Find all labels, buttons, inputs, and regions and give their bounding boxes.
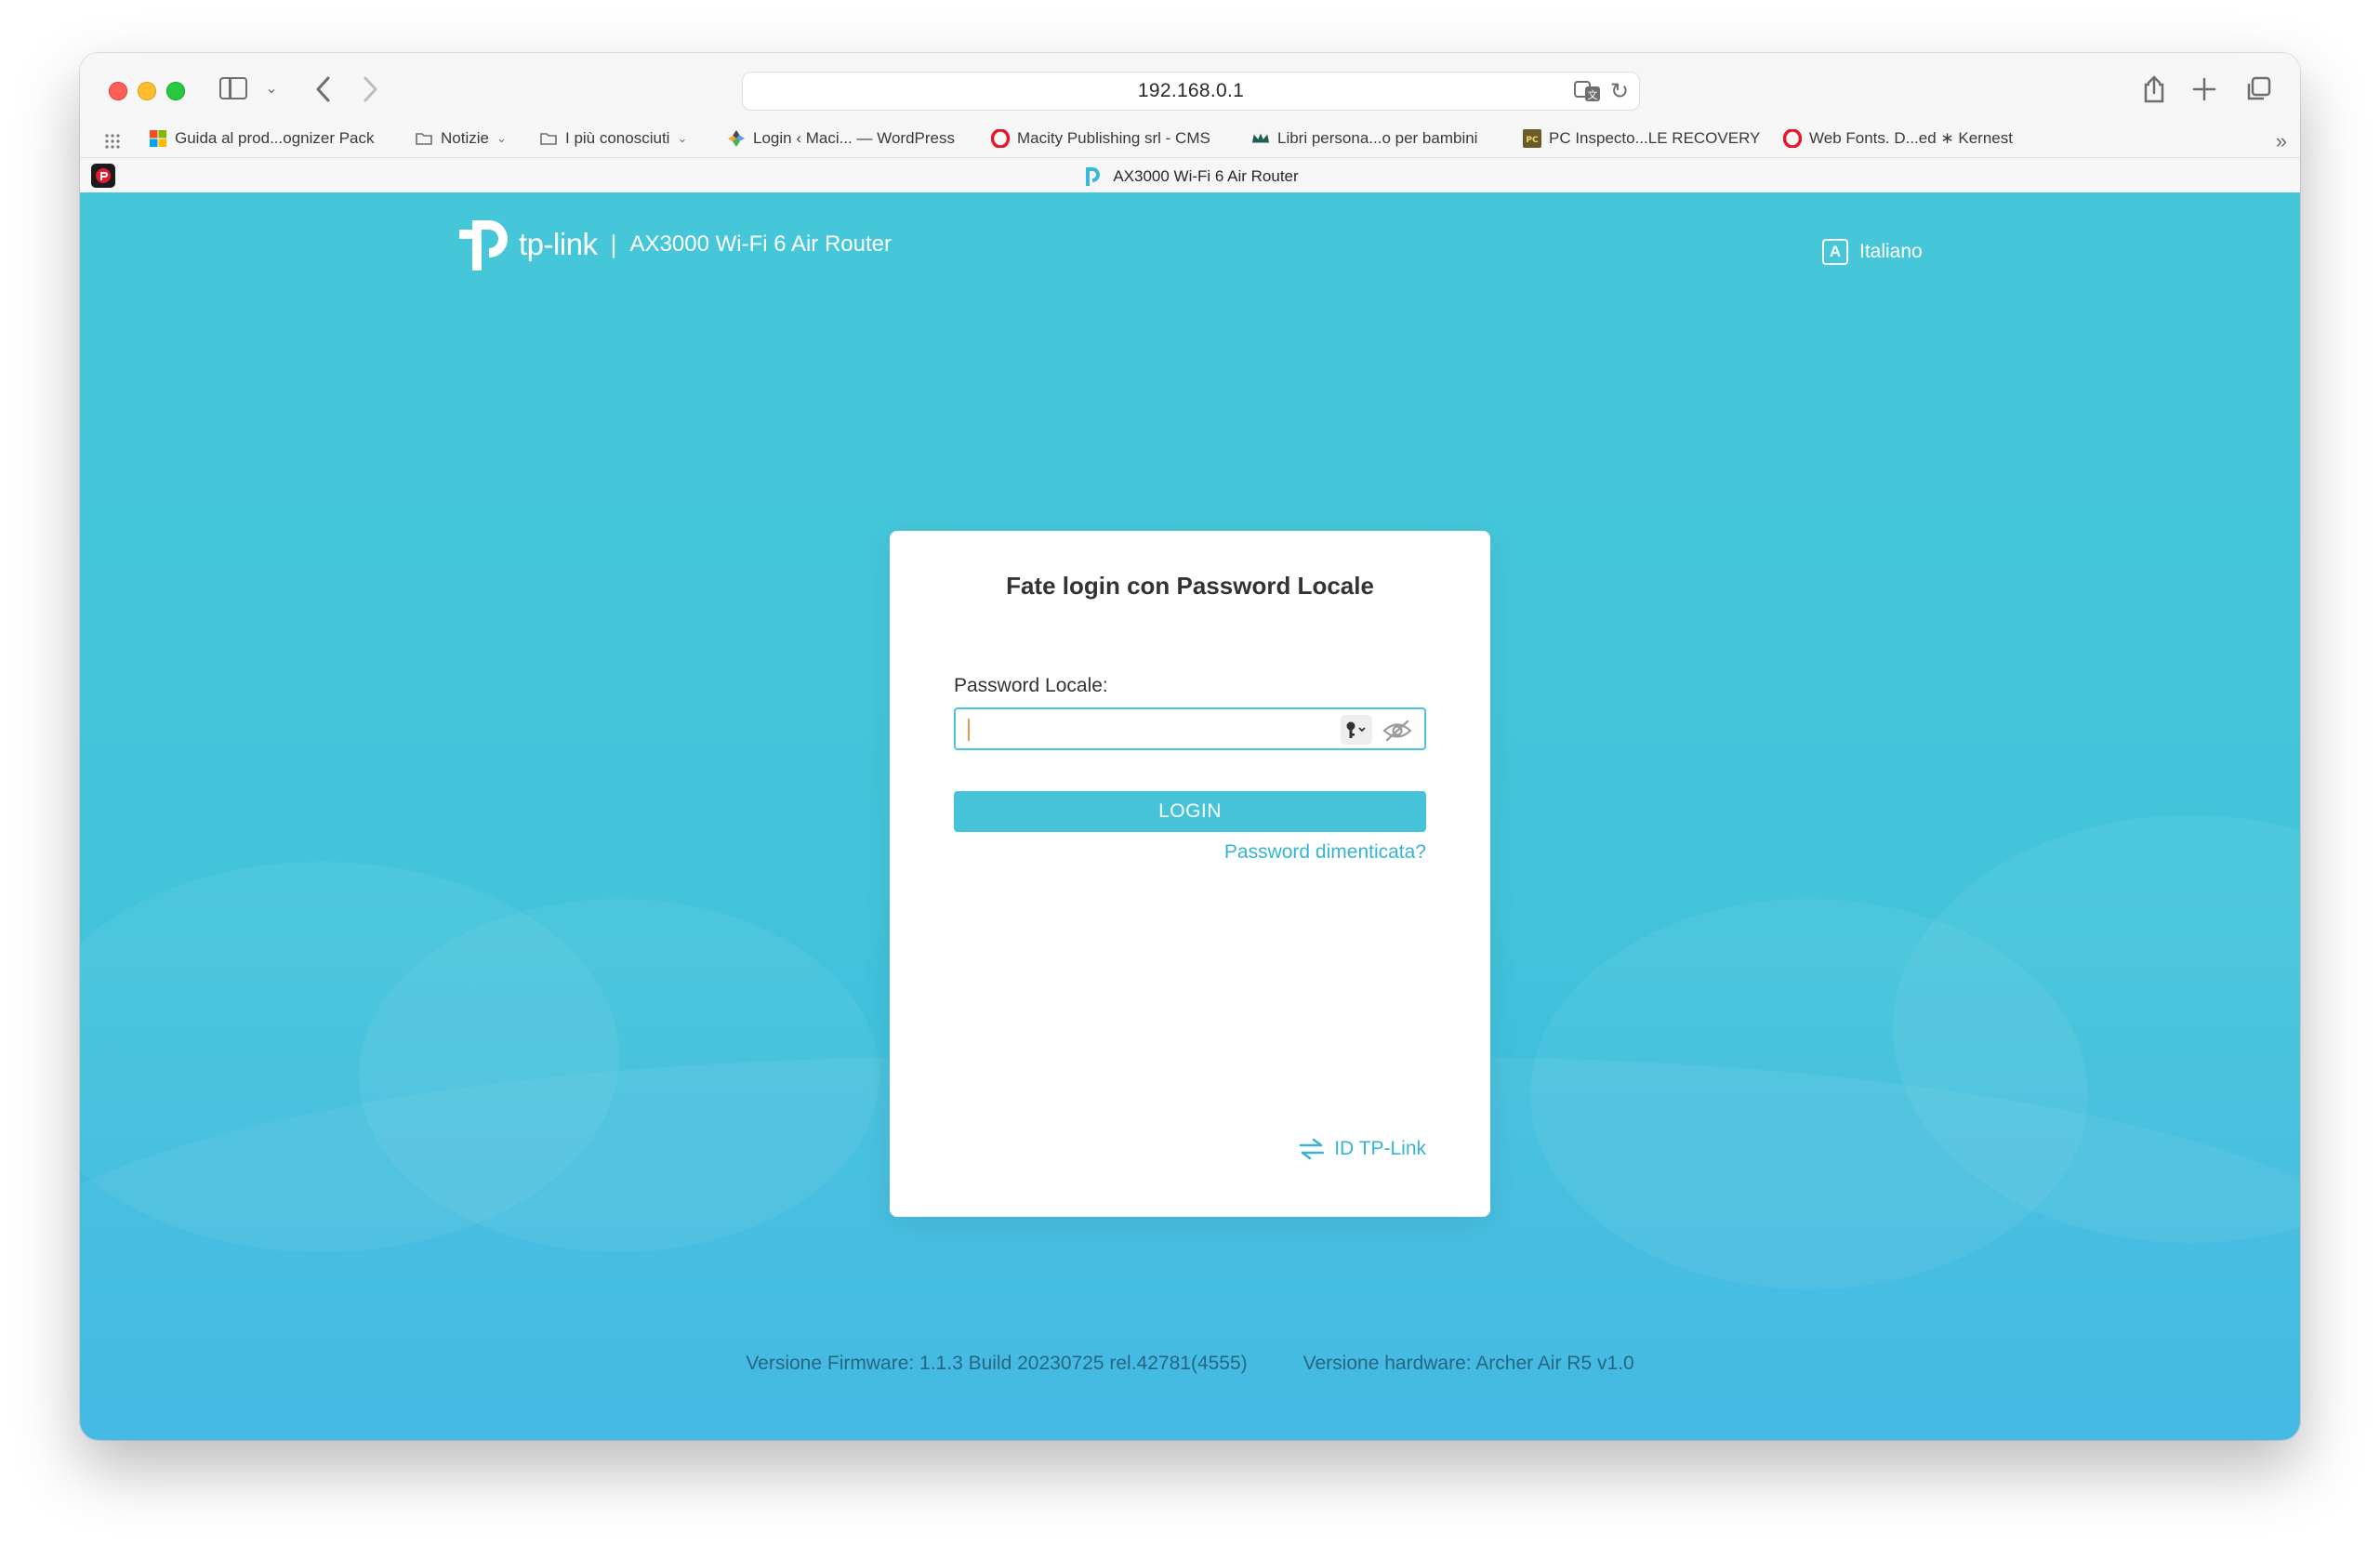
login-card: Fate login con Password Locale Password … <box>890 531 1490 1217</box>
brand-name: tp-link <box>519 227 598 261</box>
tp-link-logo-icon <box>459 220 508 271</box>
bookmark-label: PC Inspecto...LE RECOVERY <box>1549 129 1761 147</box>
opera-icon <box>991 129 1010 148</box>
login-button[interactable]: LOGIN <box>954 791 1426 832</box>
site-icon <box>728 130 745 147</box>
crown-icon <box>1251 133 1270 143</box>
bookmark-label: Libri persona...o per bambini <box>1277 129 1478 147</box>
language-selector[interactable]: A Italiano <box>1822 239 1923 265</box>
chevron-left-icon <box>316 76 330 102</box>
browser-toolbar: ⌄ 192.168.0.1 文 ↻ <box>80 53 2300 127</box>
opera-icon <box>1783 129 1802 148</box>
forward-button[interactable] <box>357 73 385 105</box>
bookmark-item[interactable]: Guida al prod...ognizer Pack <box>149 127 375 150</box>
back-button[interactable] <box>309 73 337 105</box>
maximize-window-button[interactable] <box>166 82 185 100</box>
tab-bar: AX3000 Wi-Fi 6 Air Router <box>80 157 2300 192</box>
password-field[interactable] <box>954 707 1426 750</box>
chevron-double-right-icon[interactable]: » <box>2276 129 2287 153</box>
switch-arrows-icon <box>1299 1138 1325 1160</box>
password-input[interactable] <box>956 709 1328 748</box>
bookmark-folder[interactable]: I più conosciuti ⌄ <box>539 127 687 150</box>
bookmark-label: Web Fonts. D...ed ∗ Kernest <box>1809 129 2013 147</box>
sidebar-toggle-icon[interactable] <box>219 77 247 99</box>
router-login-page: tp-link | AX3000 Wi-Fi 6 Air Router A It… <box>80 192 2300 1440</box>
active-tab[interactable]: AX3000 Wi-Fi 6 Air Router <box>80 165 2300 188</box>
share-icon[interactable] <box>2140 73 2168 105</box>
password-label: Password Locale: <box>954 675 1108 696</box>
firmware-version: Versione Firmware: 1.1.3 Build 20230725 … <box>746 1353 1248 1374</box>
tab-overview-icon[interactable] <box>2244 75 2272 103</box>
address-bar[interactable]: 192.168.0.1 文 ↻ <box>742 72 1640 111</box>
text-caret <box>968 719 970 741</box>
minimize-window-button[interactable] <box>138 82 156 100</box>
bookmarks-bar: Guida al prod...ognizer Pack Notizie ⌄ I… <box>80 120 2300 157</box>
bookmark-item[interactable]: Web Fonts. D...ed ∗ Kernest <box>1783 127 2013 150</box>
login-title: Fate login con Password Locale <box>1006 572 1374 600</box>
apps-grid-icon[interactable] <box>104 133 121 150</box>
tp-link-id-label: ID TP-Link <box>1334 1138 1426 1159</box>
folder-icon <box>540 133 557 145</box>
bookmark-item[interactable]: PC PC Inspecto...LE RECOVERY <box>1523 127 1760 150</box>
bookmark-label: Notizie <box>441 129 489 147</box>
folder-icon <box>416 133 432 145</box>
bookmark-label: Macity Publishing srl - CMS <box>1017 129 1210 147</box>
hide-password-icon[interactable] <box>1382 719 1413 743</box>
bookmark-item[interactable]: Libri persona...o per bambini <box>1251 127 1477 150</box>
chevron-down-icon: ⌄ <box>496 131 507 145</box>
chevron-down-icon[interactable]: ⌄ <box>262 79 281 98</box>
pc-icon: PC <box>1523 129 1541 148</box>
microsoft-icon <box>150 130 166 147</box>
bookmark-label: Login ‹ Maci... — WordPress <box>753 129 955 147</box>
brand-separator: | <box>610 230 617 258</box>
language-label: Italiano <box>1859 241 1923 262</box>
tp-link-favicon-icon <box>1086 167 1101 186</box>
bookmark-folder[interactable]: Notizie ⌄ <box>415 127 507 150</box>
page-footer: Versione Firmware: 1.1.3 Build 20230725 … <box>80 1353 2300 1375</box>
translate-icon[interactable]: 文 <box>1574 80 1602 102</box>
chevron-right-icon <box>364 76 377 102</box>
forgot-password-link[interactable]: Password dimenticata? <box>1224 841 1426 864</box>
close-window-button[interactable] <box>109 82 127 100</box>
language-icon: A <box>1822 239 1848 265</box>
chevron-down-icon: ⌄ <box>677 131 688 145</box>
bookmark-item[interactable]: Login ‹ Maci... — WordPress <box>727 127 955 150</box>
router-model: AX3000 Wi-Fi 6 Air Router <box>629 231 892 257</box>
address-bar-url: 192.168.0.1 <box>1137 80 1245 101</box>
key-icon[interactable] <box>1341 715 1372 745</box>
svg-text:PC: PC <box>1526 136 1539 145</box>
bookmark-label: Guida al prod...ognizer Pack <box>175 129 375 147</box>
brand-header: tp-link | AX3000 Wi-Fi 6 Air Router <box>457 217 892 272</box>
hardware-version: Versione hardware: Archer Air R5 v1.0 <box>1302 1353 1634 1374</box>
tp-link-id-link[interactable]: ID TP-Link <box>1299 1138 1426 1160</box>
browser-window: ⌄ 192.168.0.1 文 ↻ Guida al prod...ognize… <box>80 53 2300 1440</box>
new-tab-icon[interactable] <box>2190 73 2218 105</box>
reload-icon[interactable]: ↻ <box>1607 78 1632 104</box>
svg-text:文: 文 <box>1588 88 1598 101</box>
tab-title-label: AX3000 Wi-Fi 6 Air Router <box>1113 167 1299 185</box>
bookmark-label: I più conosciuti <box>565 129 670 147</box>
bookmark-item[interactable]: Macity Publishing srl - CMS <box>991 127 1210 150</box>
